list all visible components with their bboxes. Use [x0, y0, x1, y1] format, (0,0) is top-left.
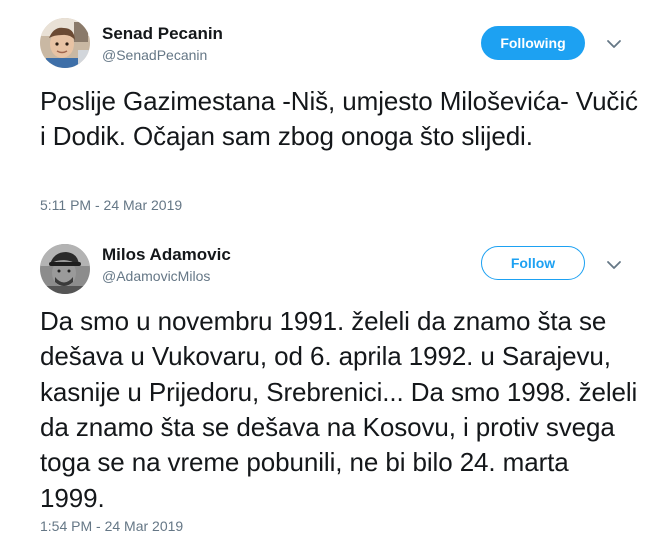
tweet-text: Da smo u novembru 1991. želeli da znamo … [40, 306, 638, 513]
tweet-timestamp[interactable]: 5:11 PM - 24 Mar 2019 [40, 197, 182, 213]
avatar[interactable] [40, 18, 90, 68]
following-button[interactable]: Following [481, 26, 585, 60]
tweet-text: Poslije Gazimestana -Niš, umjesto Miloše… [40, 86, 638, 152]
tweet-timestamp[interactable]: 1:54 PM - 24 Mar 2019 [40, 518, 183, 534]
author-name[interactable]: Milos Adamovic [102, 245, 231, 265]
profile-photo-child-icon [40, 18, 90, 68]
tweet-menu-button[interactable] [604, 255, 624, 275]
tweet-card: Milos Adamovic @AdamovicMilos Follow Da … [0, 222, 670, 543]
tweet-menu-button[interactable] [604, 34, 624, 54]
chevron-down-icon [607, 40, 621, 48]
avatar[interactable] [40, 244, 90, 294]
author-handle[interactable]: @SenadPecanin [102, 47, 207, 63]
follow-button[interactable]: Follow [481, 246, 585, 280]
author-handle[interactable]: @AdamovicMilos [102, 268, 210, 284]
profile-photo-man-cap-icon [40, 244, 90, 294]
chevron-down-icon [607, 261, 621, 269]
tweet-card: Senad Pecanin @SenadPecanin Following Po… [0, 0, 670, 222]
author-name[interactable]: Senad Pecanin [102, 24, 223, 44]
